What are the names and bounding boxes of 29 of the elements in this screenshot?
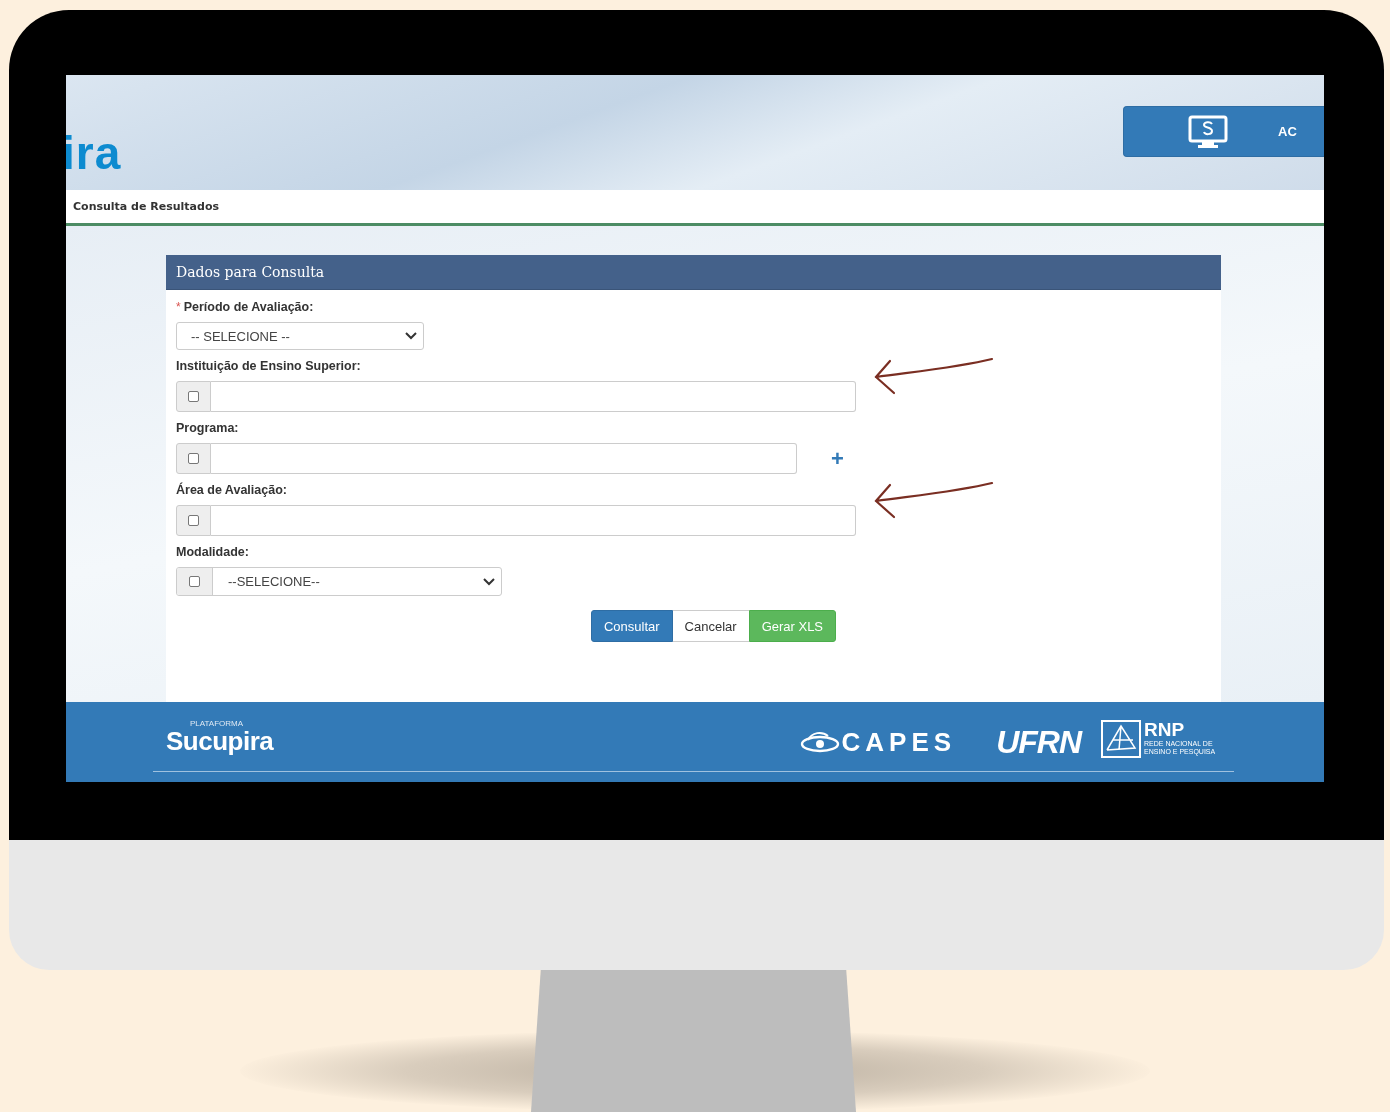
breadcrumb-text: Consulta de Resultados [73,200,220,213]
consult-button[interactable]: Consultar [590,610,673,642]
field-label: Instituição de Ensino Superior: [176,359,361,373]
period-select[interactable]: -- SELECIONE -- [176,322,424,350]
export-button[interactable]: Gerar XLS [748,610,837,642]
checkbox[interactable] [188,453,199,464]
rnp-logo: RNP [1144,720,1186,740]
add-button[interactable]: + [831,447,844,470]
field-label: Programa: [176,421,239,435]
checkbox[interactable] [188,391,199,402]
logo-caption: PLATAFORMA [190,718,245,728]
input-field[interactable] [211,381,856,412]
field-label: Período de Avaliação: [183,300,314,314]
monitor-icon [1188,114,1228,149]
access-button[interactable]: AC [1123,106,1324,157]
field-label: Modalidade: [176,545,249,559]
input-field[interactable] [211,505,856,536]
input-field[interactable] [211,443,797,474]
required-asterisk: * [176,300,181,314]
sucupira-logo: Sucupira [166,727,274,754]
capes-logo: CAPES [841,726,957,758]
chevron-down-icon [405,332,417,340]
card-title: Dados para Consulta [176,264,325,280]
cancel-button[interactable]: Cancelar [672,610,749,642]
field-label: Área de Avaliação: [176,483,287,497]
checkbox[interactable] [188,515,199,526]
ufrn-logo: UFRN [996,723,1081,761]
eye-logo-icon [799,731,840,753]
globe-logo-icon [1101,720,1141,758]
